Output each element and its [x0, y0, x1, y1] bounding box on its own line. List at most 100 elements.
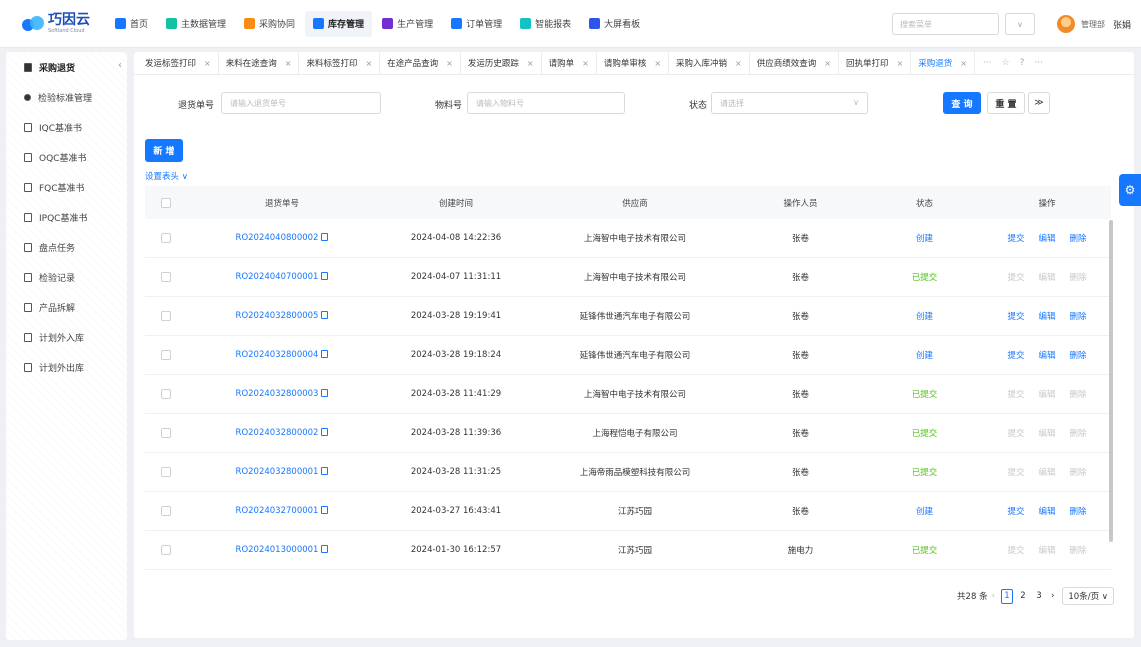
tab-9[interactable]: 回执单打印 ×: [839, 51, 912, 75]
sidebar-item-2[interactable]: IQC基准书: [6, 112, 127, 142]
status-select[interactable]: 请选择 ∨: [711, 92, 868, 114]
page-size-select[interactable]: 10条/页 ∨: [1062, 587, 1114, 605]
tab-1[interactable]: 来料在途查询 ×: [219, 51, 300, 75]
avatar[interactable]: [1056, 15, 1075, 33]
nav-item-1[interactable]: 主数据管理: [158, 11, 234, 37]
edit-button[interactable]: 编辑: [1038, 232, 1055, 244]
return-no-link[interactable]: RO2024032800003: [236, 389, 319, 399]
copy-icon[interactable]: [321, 428, 329, 436]
sidebar-item-9[interactable]: 计划外入库: [6, 322, 127, 352]
row-checkbox[interactable]: [161, 467, 171, 477]
close-icon[interactable]: ×: [446, 59, 453, 68]
sidebar-item-5[interactable]: IPQC基准书: [6, 202, 127, 232]
row-checkbox[interactable]: [161, 311, 171, 321]
tab-2[interactable]: 来料标签打印 ×: [299, 51, 381, 75]
sidebar-item-0[interactable]: 采购退货: [6, 52, 127, 82]
close-icon[interactable]: ×: [896, 59, 903, 68]
row-checkbox[interactable]: [161, 350, 171, 360]
nav-item-0[interactable]: 首页: [107, 11, 156, 37]
return-no-input[interactable]: 请输入退货单号: [221, 92, 381, 114]
sidebar-item-7[interactable]: 检验记录: [6, 262, 127, 292]
return-no-link[interactable]: RO2024013000001: [236, 545, 319, 555]
nav-item-2[interactable]: 采购协同: [236, 11, 303, 37]
query-button[interactable]: 查 询: [943, 92, 981, 114]
close-icon[interactable]: ×: [654, 59, 661, 68]
close-icon[interactable]: ×: [527, 59, 534, 68]
submit-button[interactable]: 提交: [1007, 232, 1024, 244]
nav-item-7[interactable]: 大屏看板: [581, 11, 648, 37]
return-no-link[interactable]: RO2024032700001: [236, 506, 319, 516]
return-no-link[interactable]: RO2024040700001: [236, 272, 319, 282]
submit-button[interactable]: 提交: [1007, 310, 1024, 322]
settings-gear-icon[interactable]: ⚙: [1119, 174, 1141, 206]
copy-icon[interactable]: [321, 233, 329, 241]
reset-button[interactable]: 重 置: [987, 92, 1025, 114]
return-no-link[interactable]: RO2024032800002: [236, 428, 319, 438]
help-icon[interactable]: ?: [1020, 58, 1025, 68]
edit-button[interactable]: 编辑: [1038, 310, 1055, 322]
row-checkbox[interactable]: [161, 389, 171, 399]
department-label[interactable]: 管理部: [1081, 19, 1105, 30]
pager-prev-icon[interactable]: ‹: [992, 591, 995, 601]
delete-button[interactable]: 删除: [1070, 232, 1087, 244]
pager-next-icon[interactable]: ›: [1051, 591, 1054, 601]
page-1[interactable]: 1: [1000, 588, 1013, 604]
return-no-link[interactable]: RO2024032800001: [236, 467, 319, 477]
sidebar-item-8[interactable]: 产品拆解: [6, 292, 127, 322]
close-icon[interactable]: ×: [204, 59, 211, 68]
nav-item-5[interactable]: 订单管理: [443, 11, 510, 37]
page-2[interactable]: 2: [1017, 589, 1029, 604]
copy-icon[interactable]: [321, 311, 329, 319]
more-icon[interactable]: ···: [983, 58, 992, 68]
menu-search-input[interactable]: 搜索菜单: [891, 13, 999, 35]
add-button[interactable]: 新 增: [145, 139, 183, 162]
row-checkbox[interactable]: [161, 428, 171, 438]
close-icon[interactable]: ×: [824, 59, 831, 68]
nav-item-6[interactable]: 智能报表: [512, 11, 579, 37]
tab-7[interactable]: 采购入库冲销 ×: [669, 51, 750, 75]
sidebar-item-3[interactable]: OQC基准书: [6, 142, 127, 172]
return-no-link[interactable]: RO2024040800002: [236, 233, 319, 243]
table-scrollbar[interactable]: [1109, 220, 1113, 542]
edit-button[interactable]: 编辑: [1038, 349, 1055, 361]
row-checkbox[interactable]: [161, 545, 171, 555]
copy-icon[interactable]: [321, 389, 329, 397]
set-header-link[interactable]: 设置表头 ∨: [145, 170, 188, 182]
tab-0[interactable]: 发运标签打印 ×: [138, 51, 219, 75]
delete-button[interactable]: 删除: [1070, 505, 1087, 517]
copy-icon[interactable]: [321, 467, 329, 475]
sidebar-collapse-icon[interactable]: ‹: [118, 60, 122, 71]
row-checkbox[interactable]: [161, 233, 171, 243]
tab-5[interactable]: 请购单 ×: [542, 51, 597, 75]
star-icon[interactable]: ☆: [1002, 58, 1010, 68]
return-no-link[interactable]: RO2024032800004: [236, 350, 319, 360]
copy-icon[interactable]: [321, 350, 329, 358]
submit-button[interactable]: 提交: [1007, 349, 1024, 361]
material-input[interactable]: 请输入物料号: [467, 92, 625, 114]
logo[interactable]: 巧因云 Softland Cloud: [22, 13, 107, 34]
nav-item-4[interactable]: 生产管理: [374, 11, 441, 37]
delete-button[interactable]: 删除: [1070, 310, 1087, 322]
tab-3[interactable]: 在途产品查询 ×: [380, 51, 461, 75]
submit-button[interactable]: 提交: [1007, 505, 1024, 517]
sidebar-item-1[interactable]: 检验标准管理: [6, 82, 127, 112]
menu-search-select[interactable]: ∨: [1004, 13, 1035, 35]
close-icon[interactable]: ×: [285, 59, 292, 68]
close-icon[interactable]: ×: [735, 59, 742, 68]
edit-button[interactable]: 编辑: [1038, 505, 1055, 517]
close-icon[interactable]: ×: [365, 59, 372, 68]
tab-8[interactable]: 供应商绩效查询 ×: [750, 51, 839, 75]
close-icon[interactable]: ×: [582, 59, 589, 68]
nav-item-3[interactable]: 库存管理: [305, 10, 373, 37]
row-checkbox[interactable]: [161, 506, 171, 516]
page-3[interactable]: 3: [1033, 589, 1045, 604]
expand-filter-icon[interactable]: ≫: [1028, 92, 1050, 114]
copy-icon[interactable]: [321, 545, 329, 553]
copy-icon[interactable]: [321, 506, 329, 514]
row-checkbox[interactable]: [161, 272, 171, 282]
tab-4[interactable]: 发运历史跟踪 ×: [461, 51, 542, 75]
return-no-link[interactable]: RO2024032800005: [236, 311, 319, 321]
select-all-checkbox[interactable]: [161, 197, 171, 208]
copy-icon[interactable]: [321, 272, 329, 280]
username-label[interactable]: 张娟: [1113, 18, 1131, 31]
